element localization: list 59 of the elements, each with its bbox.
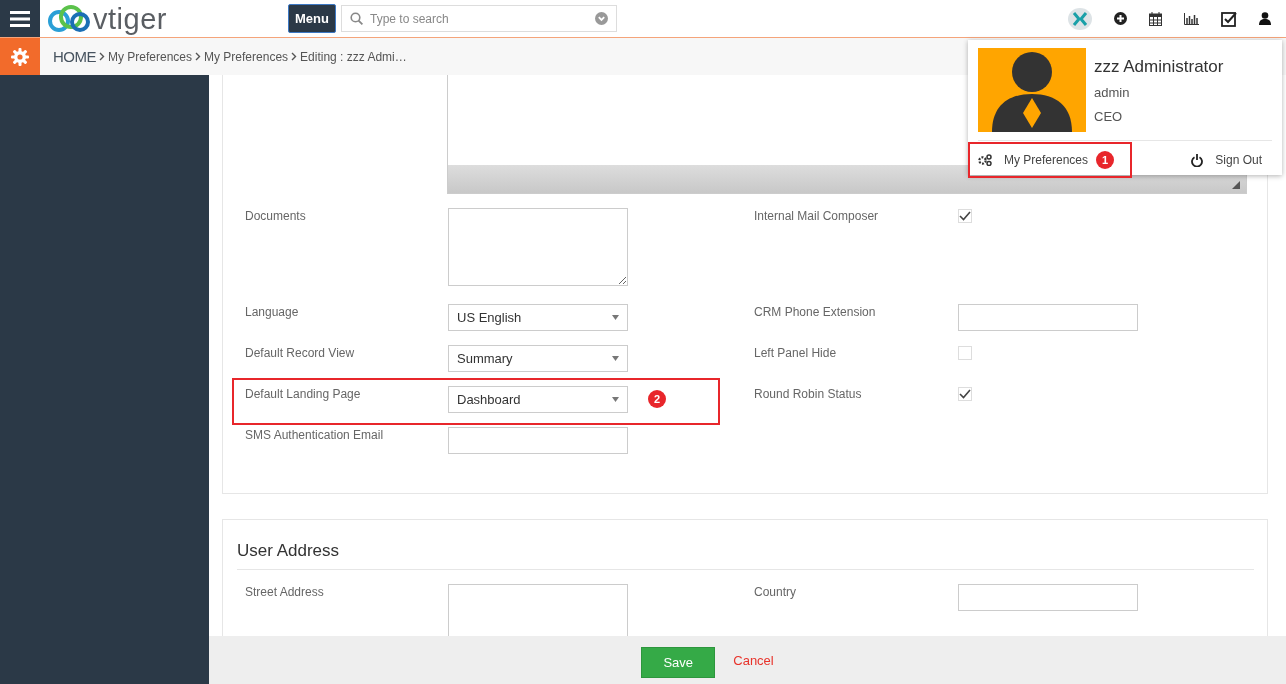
caret-icon [612, 356, 619, 361]
menu-button[interactable] [0, 0, 40, 37]
checkbox[interactable] [958, 387, 972, 401]
check-icon [959, 389, 971, 399]
search-field[interactable]: Type to search [341, 5, 617, 32]
input-field[interactable] [448, 427, 628, 454]
input-field[interactable] [958, 584, 1138, 611]
user-name: zzz Administrator [1094, 57, 1224, 77]
dropdown[interactable]: Dashboard [448, 386, 628, 413]
field-label: Documents [245, 208, 307, 223]
field-label: Language [245, 304, 300, 319]
caret-icon [612, 397, 619, 402]
gears-icon [978, 154, 992, 166]
field-label: Default Record View [245, 345, 356, 360]
dropdown[interactable]: US English [448, 304, 628, 331]
field-label: Internal Mail Composer [754, 208, 880, 223]
field-label: CRM Phone Extension [754, 304, 877, 319]
chevron-right-icon [291, 52, 298, 61]
menu-icon [10, 10, 30, 27]
field-label: Street Address [245, 584, 325, 599]
logo-text: vtiger [93, 3, 167, 34]
step-number: 1 [1096, 151, 1115, 169]
chevron-down-icon [595, 12, 608, 25]
cloud-rings-icon [47, 3, 91, 34]
checkbox[interactable] [958, 346, 972, 360]
menu-button[interactable]: Menu [288, 4, 336, 33]
settings-icon [11, 47, 29, 66]
plus-icon[interactable] [1114, 12, 1127, 25]
field-label: Country [754, 584, 798, 599]
resize-handle-icon [1232, 181, 1240, 189]
x-logo-icon[interactable] [1068, 7, 1092, 30]
username: admin [1094, 85, 1131, 100]
power-icon [1191, 153, 1204, 167]
avatar-icon [978, 48, 1086, 132]
field-label: Default Landing Page [245, 386, 362, 401]
check-icon [959, 211, 971, 221]
chevron-right-icon [195, 52, 202, 61]
section-title: User Address [237, 541, 1254, 570]
breadcrumb-link[interactable]: My Preferences [108, 49, 193, 64]
user-role: CEO [1094, 109, 1124, 124]
chevron-right-icon [99, 52, 105, 61]
input-field[interactable] [958, 304, 1138, 331]
home-link[interactable]: HOME [53, 48, 96, 65]
user-icon[interactable] [1259, 12, 1271, 25]
field-label: Round Robin Status [754, 386, 863, 401]
breadcrumb-current: Editing : zzz Admi… [300, 49, 407, 64]
bar-chart-icon[interactable] [1184, 12, 1199, 25]
field-label: SMS Authentication Email [245, 427, 385, 442]
field-label: Left Panel Hide [754, 345, 838, 360]
caret-icon [612, 315, 619, 320]
preferences-link[interactable]: My Preferences [978, 153, 1089, 167]
checkbox-icon[interactable] [1221, 10, 1237, 27]
step-number: 2 [648, 390, 666, 408]
dropdown[interactable]: Summary [448, 345, 628, 372]
checkbox[interactable] [958, 209, 972, 223]
breadcrumb-link[interactable]: My Preferences [204, 49, 289, 64]
sign-out-link[interactable]: Sign Out [1191, 153, 1262, 167]
calendar-icon[interactable] [1149, 11, 1162, 26]
cancel-link[interactable]: Cancel [733, 652, 774, 668]
